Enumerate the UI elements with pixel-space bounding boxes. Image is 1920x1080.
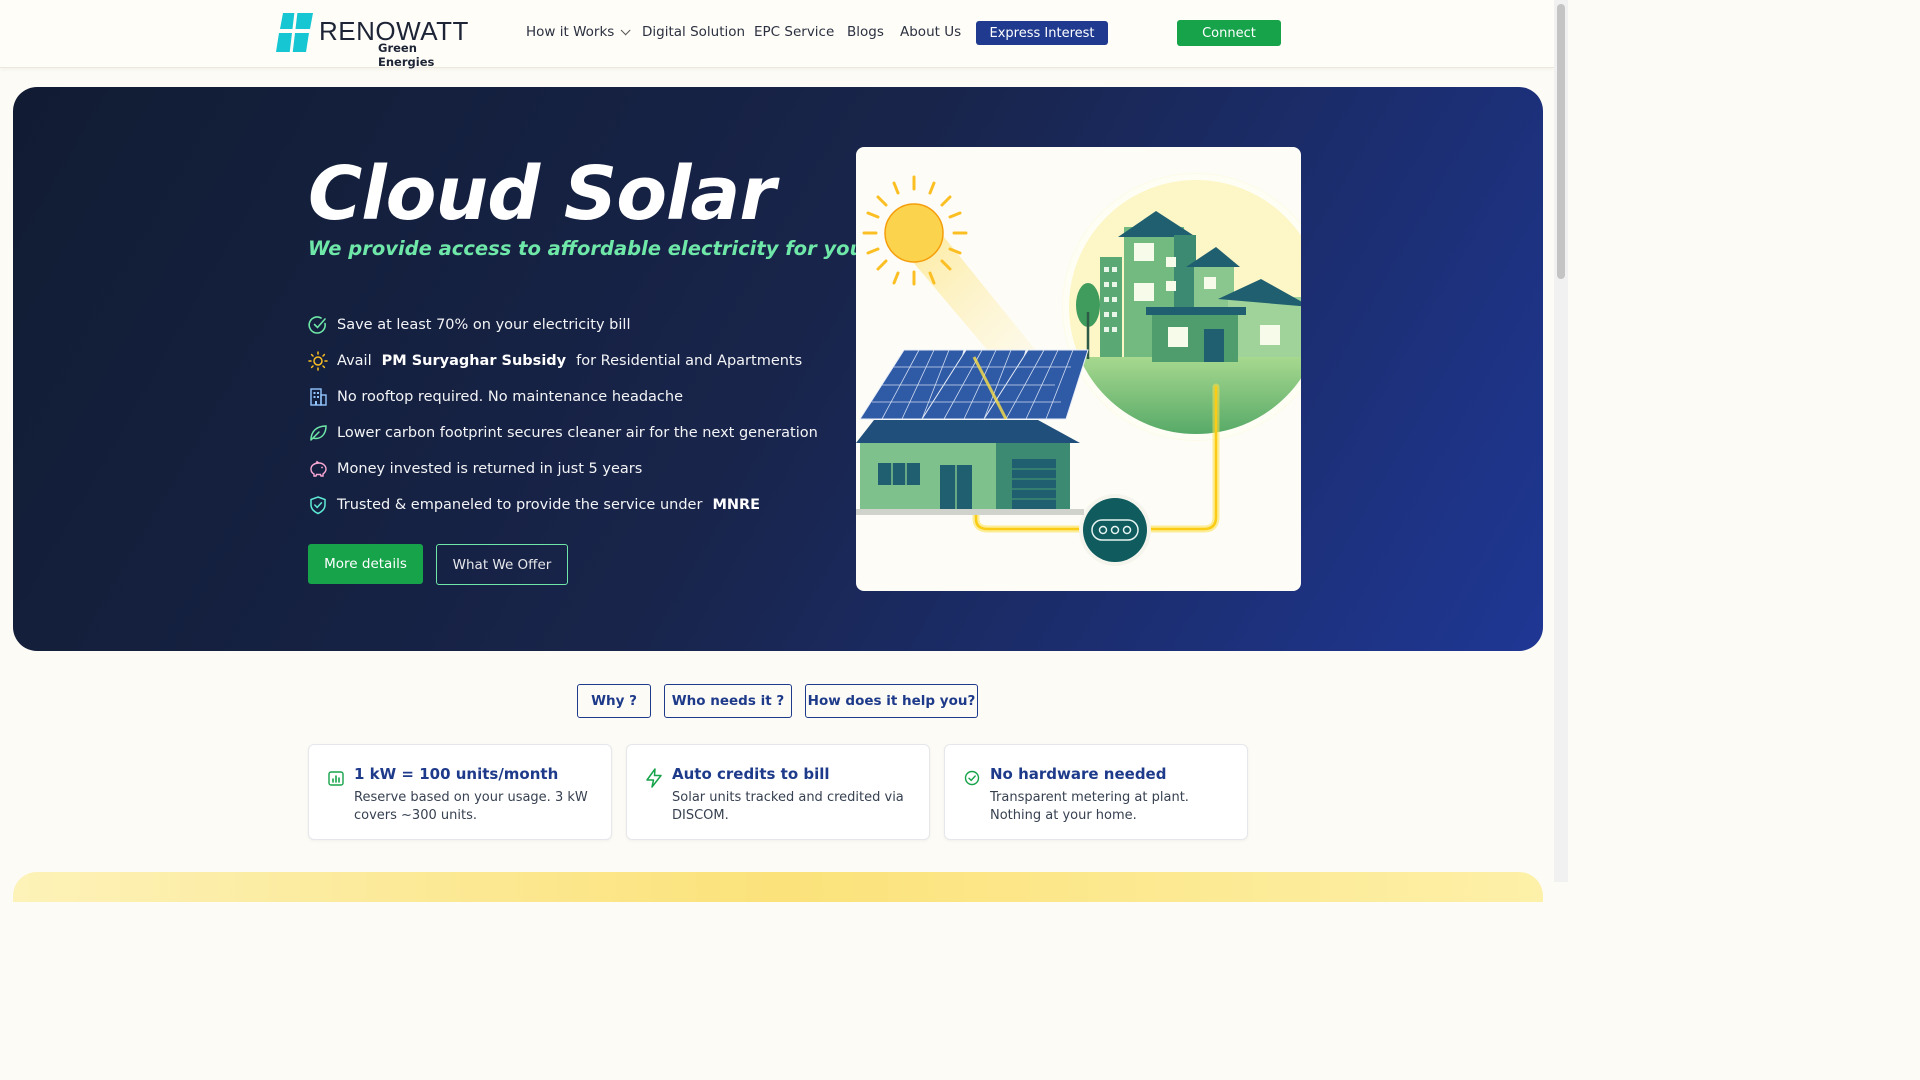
solar-city-illustration (856, 173, 1301, 566)
feature-title: 1 kW = 100 units/month (354, 765, 559, 783)
leaf-icon (308, 423, 328, 443)
lightning-icon (643, 767, 665, 789)
benefit-item: Save at least 70% on your electricity bi… (308, 307, 818, 343)
benefit-item: No rooftop required. No maintenance head… (308, 379, 818, 415)
shield-check-icon (308, 495, 328, 515)
nav-epc-service[interactable]: EPC Service (754, 24, 834, 40)
piggy-bank-icon (308, 459, 328, 479)
benefit-prefix: Trusted & empaneled to provide the servi… (337, 497, 703, 513)
feature-card: Auto credits to bill Solar units tracked… (626, 744, 930, 840)
bar-chart-icon (325, 767, 347, 789)
next-section-band (13, 872, 1543, 902)
express-interest-button[interactable]: Express Interest (976, 21, 1108, 45)
check-circle-icon (308, 315, 328, 335)
nav-about-us[interactable]: About Us (900, 24, 961, 40)
more-details-button[interactable]: More details (308, 544, 423, 584)
site-header: RENOWATT Green Energies How it Works Dig… (0, 0, 1554, 69)
tab-why[interactable]: Why ? (577, 684, 651, 718)
feature-description: Reserve based on your usage. 3 kW covers… (354, 790, 588, 823)
chevron-down-icon (620, 25, 631, 36)
mnre-highlight: MNRE (712, 497, 761, 513)
benefit-item: Trusted & empaneled to provide the servi… (308, 487, 818, 523)
cloud-solar-illustration (856, 147, 1301, 591)
nav-digital-solution[interactable]: Digital Solution (642, 24, 745, 40)
feature-title: Auto credits to bill (672, 765, 830, 783)
sun-icon (308, 351, 328, 371)
logo-mark-icon (275, 12, 315, 54)
benefit-list: Save at least 70% on your electricity bi… (308, 307, 818, 523)
meter-graphic (1079, 494, 1151, 566)
solar-panels-graphic (859, 349, 1089, 420)
hero-subtitle: We provide access to affordable electric… (308, 237, 864, 260)
subsidy-highlight: PM Suryaghar Subsidy (381, 353, 567, 369)
feature-description: Solar units tracked and credited via DIS… (672, 790, 904, 823)
benefit-item: Avail PM Suryaghar Subsidy for Residenti… (308, 343, 818, 379)
brand-logo[interactable]: RENOWATT Green Energies (275, 12, 468, 69)
feature-card: 1 kW = 100 units/month Reserve based on … (308, 744, 612, 840)
benefit-text: Lower carbon footprint secures cleaner a… (337, 425, 818, 441)
hero-title: Cloud Solar (308, 151, 776, 237)
nav-blogs[interactable]: Blogs (847, 24, 884, 40)
sun-graphic (862, 175, 968, 286)
feature-description: Transparent metering at plant. Nothing a… (990, 790, 1189, 823)
benefit-text: Money invested is returned in just 5 yea… (337, 461, 643, 477)
connect-button[interactable]: Connect (1177, 20, 1281, 46)
feature-title: No hardware needed (990, 765, 1167, 783)
building-icon (308, 387, 328, 407)
tab-how-does-it-help[interactable]: How does it help you? (805, 684, 978, 718)
nav-how-it-works-label: How it Works (526, 24, 615, 40)
benefit-item: Lower carbon footprint secures cleaner a… (308, 415, 818, 451)
page-scrollbar[interactable] (1554, 0, 1568, 882)
house-graphic (856, 420, 1084, 515)
benefit-item: Money invested is returned in just 5 yea… (308, 451, 818, 487)
scrollbar-thumb[interactable] (1557, 4, 1565, 279)
what-we-offer-button[interactable]: What We Offer (436, 544, 568, 585)
feature-card: No hardware needed Transparent metering … (944, 744, 1248, 840)
benefit-suffix: for Residential and Apartments (576, 353, 803, 369)
hero-section: Cloud Solar We provide access to afforda… (13, 87, 1543, 651)
benefit-text: Save at least 70% on your electricity bi… (337, 317, 631, 333)
check-circle-icon (961, 767, 983, 789)
benefit-prefix: Avail (337, 353, 372, 369)
nav-how-it-works[interactable]: How it Works (526, 24, 631, 40)
benefit-text: No rooftop required. No maintenance head… (337, 389, 684, 405)
brand-tagline: Green Energies (378, 41, 435, 69)
tab-who-needs-it[interactable]: Who needs it ? (664, 684, 792, 718)
